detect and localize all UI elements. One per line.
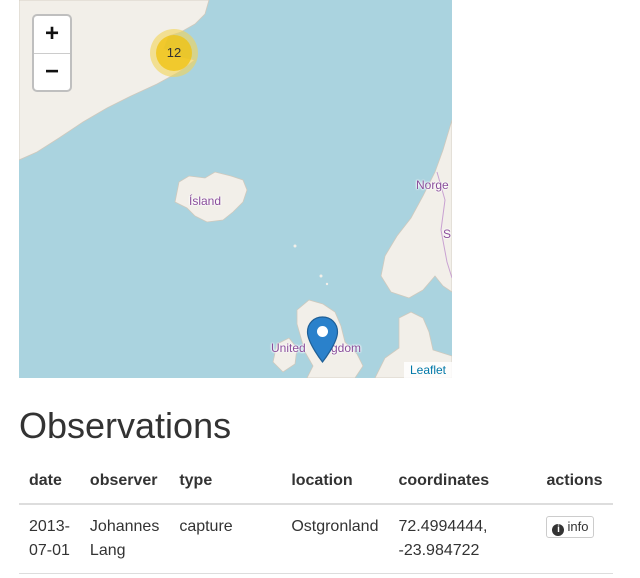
zoom-out-button[interactable]: − xyxy=(34,53,70,90)
table-row: 2013- 07-01 Johannes Lang capture Ostgro… xyxy=(19,504,613,574)
column-header-coordinates: coordinates xyxy=(388,462,537,505)
cell-actions: i info xyxy=(536,504,613,574)
map-label-norway: Norge xyxy=(416,178,449,192)
map-tiles[interactable] xyxy=(19,0,452,378)
marker-cluster[interactable]: 12 xyxy=(150,29,198,77)
attribution-link[interactable]: Leaflet xyxy=(403,362,452,378)
info-icon: i xyxy=(552,524,565,536)
zoom-control: + − xyxy=(32,14,72,92)
column-header-actions: actions xyxy=(536,462,613,505)
info-button-label: info xyxy=(567,519,589,534)
cell-location: Ostgronland xyxy=(281,504,389,574)
cell-type: capture xyxy=(169,504,282,574)
column-header-type: type xyxy=(169,462,282,505)
cluster-count: 12 xyxy=(156,35,192,71)
table-header-row: date observer type location coordinates … xyxy=(19,462,613,505)
map-view[interactable]: Ísland Norge S United gdom + − 12 Leafle… xyxy=(19,0,452,378)
column-header-observer: observer xyxy=(79,462,170,505)
map-label-iceland: Ísland xyxy=(189,194,222,208)
map-marker-icon[interactable] xyxy=(306,316,339,364)
column-header-location: location xyxy=(281,462,389,505)
page-title: Observations xyxy=(19,405,232,446)
cell-coordinates: 72.4994444, -23.984722 xyxy=(388,504,537,574)
cell-observer: Johannes Lang xyxy=(79,504,170,574)
column-header-date: date xyxy=(19,462,80,505)
observations-table: date observer type location coordinates … xyxy=(19,462,613,574)
info-button[interactable]: i info xyxy=(546,516,595,538)
map-label-uk-left: United xyxy=(271,341,306,355)
map-label-sweden: S xyxy=(443,227,452,241)
cell-date: 2013- 07-01 xyxy=(19,504,80,574)
zoom-in-button[interactable]: + xyxy=(34,16,70,53)
